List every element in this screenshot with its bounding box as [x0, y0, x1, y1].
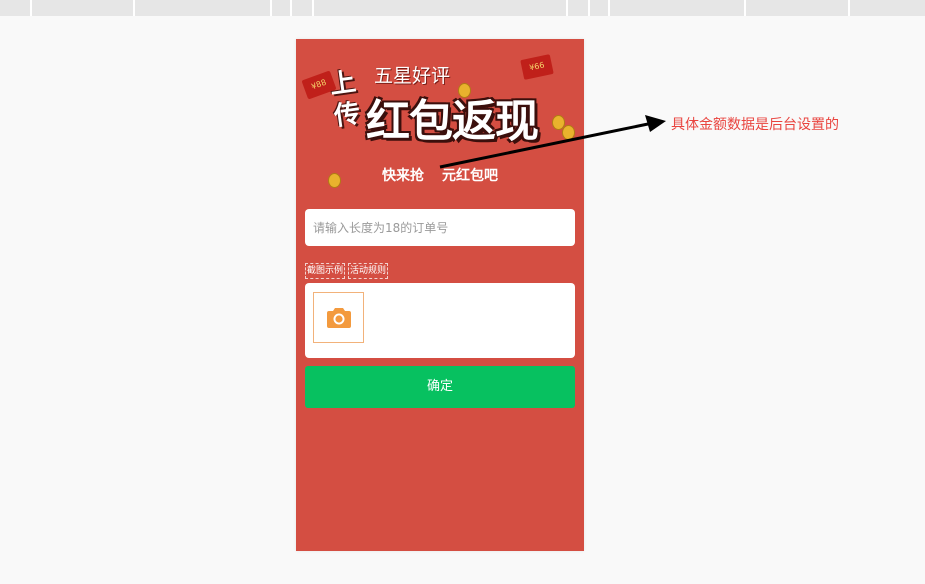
annotation-arrow [439, 115, 666, 169]
annotation-text: 具体金额数据是后台设置的 [671, 117, 839, 133]
